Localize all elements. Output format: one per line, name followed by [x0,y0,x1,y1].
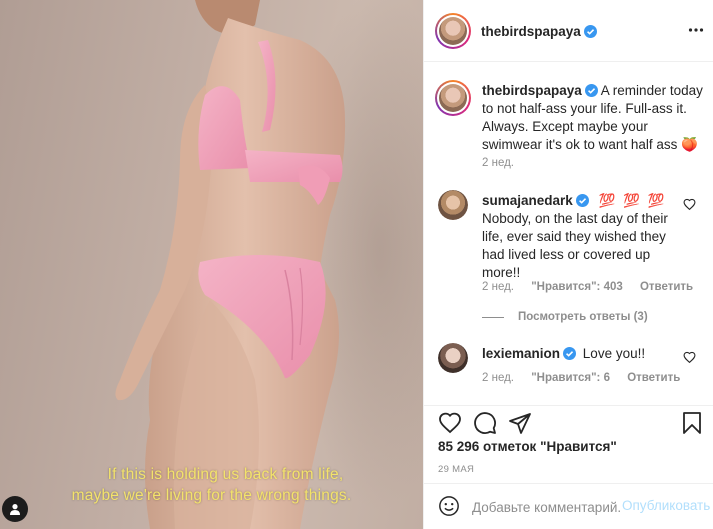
photo-caption-line-2: maybe we're living for the wrong things. [71,487,352,504]
comment-meta: 2 нед. "Нравится": 403 Ответить [482,281,707,293]
author-username[interactable]: thebirdspapaya [481,24,581,39]
post-photo[interactable]: If this is holding us back from life, ma… [0,0,423,529]
likes-count[interactable]: 85 296 отметок "Нравится" [438,439,617,454]
comment-username[interactable]: lexiemanion [482,346,560,361]
comment-text: Love you!! [582,346,646,361]
caption-age[interactable]: 2 нед. [482,157,514,169]
author-avatar[interactable] [435,13,471,49]
reply-button[interactable]: Ответить [627,372,680,384]
publish-button[interactable]: Опубликовать [622,498,710,513]
like-heart-icon[interactable] [438,411,462,435]
like-comment-heart-icon[interactable] [683,351,696,364]
comment-username[interactable]: sumajanedark [482,193,573,208]
emoji-smiley-icon[interactable] [438,495,460,517]
caption-meta: 2 нед. [482,157,528,169]
instagram-post: If this is holding us back from life, ma… [0,0,713,529]
add-comment-bar: Опубликовать [424,483,713,529]
caption-author-avatar[interactable] [435,80,471,116]
comment-item: sumajanedark 💯 💯 💯 Nobody, on the last d… [482,192,686,282]
view-replies-button[interactable]: Посмотреть ответы (3) [482,311,648,323]
verified-badge-icon [584,84,598,97]
reply-button[interactable]: Ответить [640,281,693,293]
tagged-users-button[interactable] [2,496,28,522]
comment-item: lexiemanion Love you!! [482,345,686,363]
photo-caption-line-1: If this is holding us back from life, [107,466,344,483]
comments-list: thebirdspapaya A reminder today to not h… [424,62,713,405]
more-options-icon[interactable] [688,22,704,38]
comment-emoji: 💯 💯 💯 [598,193,667,208]
post-sidebar: thebirdspapaya thebirdspapaya A reminder… [423,0,713,529]
comment-meta: 2 нед. "Нравится": 6 Ответить [482,372,694,384]
save-bookmark-icon[interactable] [681,411,703,435]
replies-divider [482,316,504,318]
comment-avatar[interactable] [438,343,468,373]
verified-badge-icon [563,347,577,360]
comment-age[interactable]: 2 нед. [482,281,514,293]
comment-text: Nobody, on the last day of their life, e… [482,211,668,280]
comment-avatar[interactable] [438,190,468,220]
share-paper-plane-icon[interactable] [508,411,532,435]
comment-bubble-icon[interactable] [473,411,497,435]
photo-illustration [115,0,423,529]
user-icon [10,504,20,515]
view-replies-label: Посмотреть ответы (3) [518,311,648,323]
add-comment-input[interactable] [472,497,620,517]
comment-likes[interactable]: "Нравится": 6 [531,372,610,384]
post-caption: thebirdspapaya A reminder today to not h… [482,82,704,154]
post-header: thebirdspapaya [424,0,713,62]
verified-badge-icon [575,194,589,207]
comment-likes[interactable]: "Нравится": 403 [531,281,623,293]
post-date[interactable]: 29 МАЯ [438,464,474,475]
like-comment-heart-icon[interactable] [683,198,696,211]
author-name-row: thebirdspapaya [481,23,597,39]
caption-username[interactable]: thebirdspapaya [482,83,582,98]
post-actions: 85 296 отметок "Нравится" 29 МАЯ Опублик… [424,405,713,520]
verified-badge-icon [583,25,597,38]
comment-age[interactable]: 2 нед. [482,372,514,384]
